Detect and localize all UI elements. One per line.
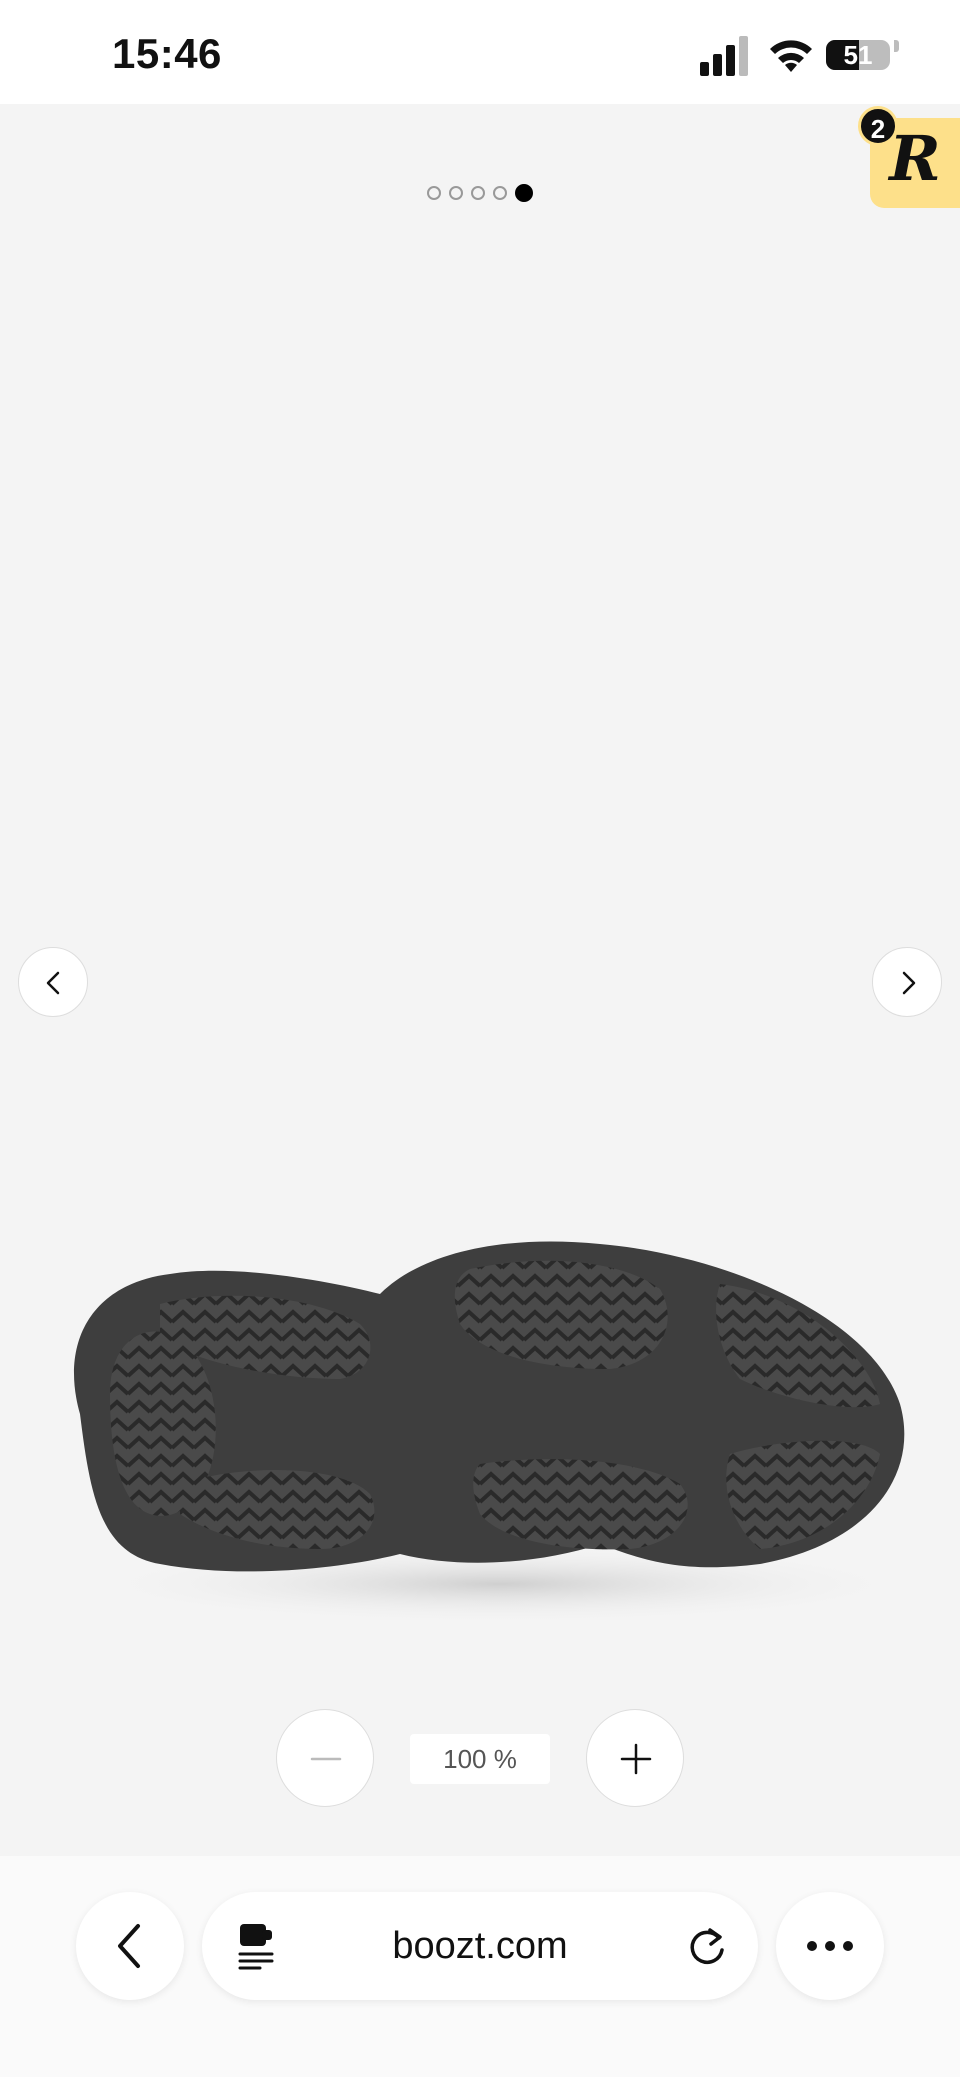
zoom-level: 100 % [410,1734,550,1784]
more-icon [807,1941,853,1951]
next-image-button[interactable] [872,947,942,1017]
more-options-button[interactable] [776,1892,884,2000]
cellular-signal-icon [700,36,748,76]
battery-tip [894,40,899,52]
pagination-dot[interactable] [515,184,533,202]
image-viewer[interactable]: R 2 100 % [0,104,960,1856]
previous-image-button[interactable] [18,947,88,1017]
address-bar[interactable]: boozt.com [202,1892,758,2000]
browser-toolbar: boozt.com [0,1856,960,2077]
reload-icon[interactable] [686,1924,728,1968]
pagination-dot[interactable] [471,186,485,200]
zoom-in-button[interactable] [586,1709,684,1807]
status-time: 15:46 [112,30,222,77]
chevron-left-icon [46,971,60,995]
status-bar: 15:46 51 [0,0,960,104]
pagination-dots [0,184,960,202]
plus-icon [620,1743,652,1775]
wifi-icon [770,40,812,72]
zoom-out-button[interactable] [276,1709,374,1807]
browser-back-button[interactable] [76,1892,184,2000]
extension-count-badge: 2 [858,106,898,146]
battery-percent: 51 [843,40,873,70]
pagination-dot[interactable] [449,186,463,200]
product-image[interactable] [40,1164,920,1664]
pagination-dot[interactable] [427,186,441,200]
back-icon [118,1924,140,1968]
url-domain: boozt.com [392,1925,568,1967]
pagination-dot[interactable] [493,186,507,200]
minus-icon [310,1757,342,1761]
chevron-right-icon [902,971,916,995]
battery-icon: 51 [826,40,890,70]
